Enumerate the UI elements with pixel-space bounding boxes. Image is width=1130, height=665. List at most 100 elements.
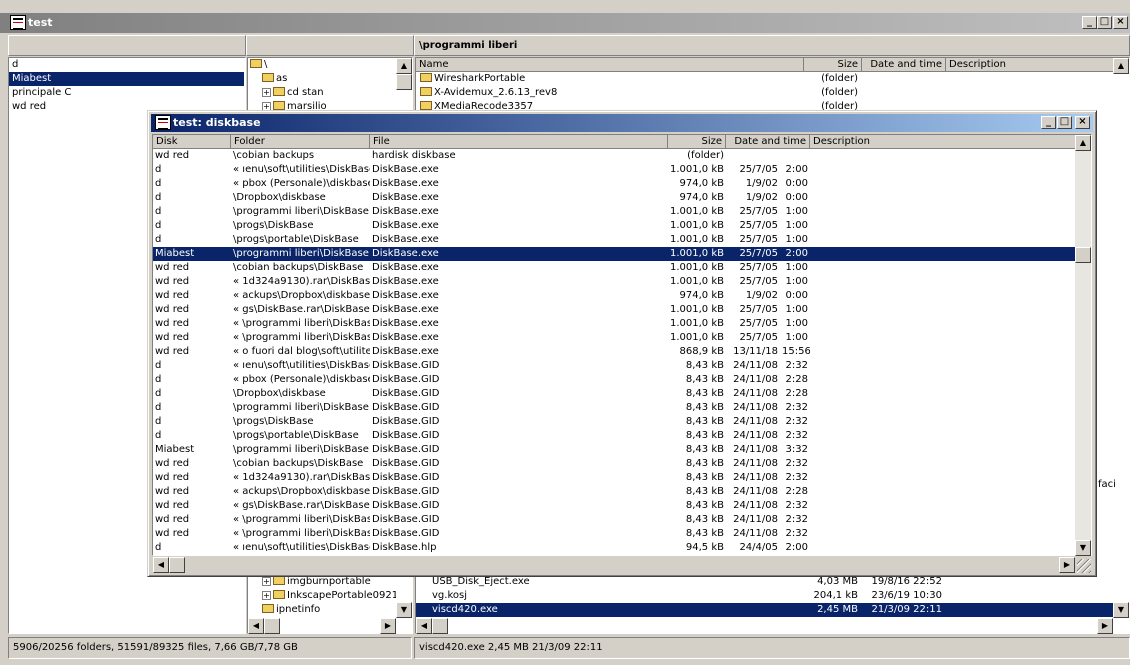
expand-icon[interactable]: + xyxy=(262,591,271,600)
result-row[interactable]: d \Dropbox\diskbase DiskBase.exe 974,0 kB 1/… xyxy=(153,191,1075,205)
tree-scroll-right[interactable]: ▶ xyxy=(380,618,396,634)
result-row[interactable]: d \Dropbox\diskbase DiskBase.GID 8,43 kB 24/… xyxy=(153,387,1075,401)
tree-scroll-thumb[interactable] xyxy=(396,74,412,90)
file-row[interactable]: X-Avidemux_2.6.13_rev8 (folder) xyxy=(416,86,1114,100)
result-row[interactable]: d \progs\DiskBase DiskBase.exe 1.001,0 kB 25… xyxy=(153,219,1075,233)
diskbase-dialog[interactable]: test: diskbase _ □ × Disk Folder File Si… xyxy=(147,110,1097,577)
tree-item[interactable]: \ xyxy=(248,58,396,72)
file-row[interactable]: USB_Disk_Eject.exe 4,03 MB 19/8/16 22:52 xyxy=(416,575,1114,589)
result-row[interactable]: wd red \cobian backups\DiskBase DiskBase.e… xyxy=(153,261,1075,275)
tree-scroll-up[interactable]: ▲ xyxy=(396,58,412,74)
disk-item[interactable]: Miabest xyxy=(9,72,244,86)
resize-grip[interactable] xyxy=(1077,559,1091,573)
result-row[interactable]: d \progs\portable\DiskBase DiskBase.GID 8,4… xyxy=(153,429,1075,443)
file-row[interactable]: viscd420.exe 2,45 MB 21/3/09 22:11 xyxy=(416,603,1114,617)
tree-scroll-left[interactable]: ◀ xyxy=(248,618,264,634)
col-size-header[interactable]: Size xyxy=(804,58,862,72)
dialog-maximize-button[interactable]: □ xyxy=(1057,116,1072,129)
result-row[interactable]: d « pbox (Personale)\diskbase DiskBase.GID… xyxy=(153,373,1075,387)
file-row[interactable]: vg.kosj 204,1 kB 23/6/19 10:30 xyxy=(416,589,1114,603)
result-time: 2:32 xyxy=(785,360,808,371)
files-hscroll-thumb[interactable] xyxy=(432,618,448,634)
result-row[interactable]: d « pbox (Personale)\diskbase DiskBase.exe… xyxy=(153,177,1075,191)
file-row[interactable]: WiresharkPortable (folder) xyxy=(416,72,1114,86)
files-scroll-up[interactable]: ▲ xyxy=(1113,58,1129,74)
result-file: DiskBase.GID xyxy=(372,416,440,427)
col-date-header[interactable]: Date and time xyxy=(862,58,946,72)
result-row[interactable]: Miabest \programmi liberi\DiskBase DiskBas… xyxy=(153,443,1075,457)
dialog-hscroll-thumb[interactable] xyxy=(169,557,185,573)
tree-item[interactable]: ipnetinfo xyxy=(248,603,396,617)
result-folder: « gs\DiskBase.rar\DiskBase xyxy=(233,500,370,511)
maximize-button[interactable]: □ xyxy=(1097,16,1112,29)
dialog-scroll-thumb[interactable] xyxy=(1075,247,1091,263)
result-disk: d xyxy=(155,416,162,427)
files-scroll-down[interactable]: ▼ xyxy=(1113,602,1129,618)
dialog-minimize-button[interactable]: _ xyxy=(1041,116,1056,129)
col-file-header[interactable]: File xyxy=(370,135,668,149)
dialog-scroll-track[interactable] xyxy=(1075,151,1091,540)
result-row[interactable]: wd red « gs\DiskBase.rar\DiskBase DiskBase… xyxy=(153,499,1075,513)
files-scroll-left[interactable]: ◀ xyxy=(416,618,432,634)
dialog-close-button[interactable]: × xyxy=(1075,116,1090,129)
dialog-scroll-up[interactable]: ▲ xyxy=(1075,135,1091,151)
window-title: test xyxy=(28,16,53,29)
main-title-bar[interactable]: test _ □ × xyxy=(0,13,1130,33)
result-row[interactable]: wd red « ackups\Dropbox\diskbase DiskBase.… xyxy=(153,289,1075,303)
result-row[interactable]: d « ıenu\soft\utilities\DiskBase DiskBase.… xyxy=(153,163,1075,177)
tree-item[interactable]: + imgburnportable xyxy=(248,575,396,589)
files-scroll-right[interactable]: ▶ xyxy=(1097,618,1113,634)
result-row[interactable]: wd red « 1d324a9130).rar\DiskBase DiskBase… xyxy=(153,471,1075,485)
col-desc-header[interactable]: Description xyxy=(946,58,1116,72)
result-row[interactable]: wd red « gs\DiskBase.rar\DiskBase DiskBase… xyxy=(153,303,1075,317)
file-name: vg.kosj xyxy=(432,590,467,601)
tree-item[interactable]: as xyxy=(248,72,396,86)
result-row[interactable]: wd red \cobian backups hardisk diskbase (fo… xyxy=(153,149,1075,163)
dialog-scroll-down[interactable]: ▼ xyxy=(1075,540,1091,556)
result-row[interactable]: wd red « o fuori dal blog\soft\utilites Di… xyxy=(153,345,1075,359)
tree-hscroll-thumb[interactable] xyxy=(264,618,280,634)
result-row[interactable]: d « ıenu\soft\utilities\DiskBase DiskBase.… xyxy=(153,541,1075,555)
minimize-button[interactable]: _ xyxy=(1082,16,1097,29)
result-row[interactable]: d \progs\DiskBase DiskBase.GID 8,43 kB 24/11… xyxy=(153,415,1075,429)
col-disk-header[interactable]: Disk xyxy=(153,135,231,149)
result-disk: wd red xyxy=(155,332,190,343)
result-row[interactable]: wd red « \programmi liberi\DiskBase DiskBa… xyxy=(153,331,1075,345)
result-row[interactable]: wd red « \programmi liberi\DiskBase DiskBa… xyxy=(153,513,1075,527)
result-row[interactable]: wd red « 1d324a9130).rar\DiskBase DiskBase… xyxy=(153,275,1075,289)
tree-item[interactable]: + InkscapePortable0921 xyxy=(248,589,396,603)
disk-item[interactable]: principale C xyxy=(9,86,244,100)
result-row[interactable]: wd red « \programmi liberi\DiskBase DiskBa… xyxy=(153,317,1075,331)
result-row[interactable]: wd red « ackups\Dropbox\diskbase DiskBase.… xyxy=(153,485,1075,499)
col-size-header[interactable]: Size xyxy=(668,135,726,149)
result-row[interactable]: wd red \cobian backups\DiskBase DiskBase.G… xyxy=(153,457,1075,471)
result-row[interactable]: d « ıenu\soft\utilities\DiskBase DiskBase.… xyxy=(153,359,1075,373)
diskbase-results-table[interactable]: Disk Folder File Size Date and time Desc… xyxy=(152,134,1092,556)
dialog-scroll-right[interactable]: ▶ xyxy=(1059,557,1075,573)
result-row[interactable]: d \programmi liberi\DiskBase DiskBase.GID 8… xyxy=(153,401,1075,415)
tree-item[interactable]: + cd stan xyxy=(248,86,396,100)
col-description-header[interactable]: Description xyxy=(810,135,1076,149)
col-name-header[interactable]: Name xyxy=(416,58,804,72)
result-row[interactable]: d \programmi liberi\DiskBase DiskBase.exe 1… xyxy=(153,205,1075,219)
result-date: 24/11/08 xyxy=(733,528,778,539)
result-file: DiskBase.GID xyxy=(372,444,440,455)
result-size: 8,43 kB xyxy=(685,402,724,413)
result-time: 1:00 xyxy=(785,220,808,231)
result-file: DiskBase.exe xyxy=(372,192,439,203)
dialog-title-bar[interactable]: test: diskbase _ □ × xyxy=(151,114,1093,132)
close-button[interactable]: × xyxy=(1113,16,1128,29)
result-row[interactable]: Miabest \programmi liberi\DiskBase DiskBas… xyxy=(153,247,1075,261)
result-row[interactable]: d \progs\portable\DiskBase DiskBase.exe 1.0… xyxy=(153,233,1075,247)
disk-item[interactable]: d xyxy=(9,58,244,72)
col-date-header[interactable]: Date and time xyxy=(726,135,810,149)
tree-scroll-down[interactable]: ▼ xyxy=(396,602,412,618)
result-row[interactable]: wd red « \programmi liberi\DiskBase DiskBa… xyxy=(153,527,1075,541)
col-folder-header[interactable]: Folder xyxy=(231,135,370,149)
expand-icon[interactable]: + xyxy=(262,88,271,97)
result-date: 25/7/05 xyxy=(739,262,778,273)
result-file: DiskBase.GID xyxy=(372,500,440,511)
result-date: 24/11/08 xyxy=(733,486,778,497)
expand-icon[interactable]: + xyxy=(262,577,271,586)
dialog-scroll-left[interactable]: ◀ xyxy=(153,557,169,573)
